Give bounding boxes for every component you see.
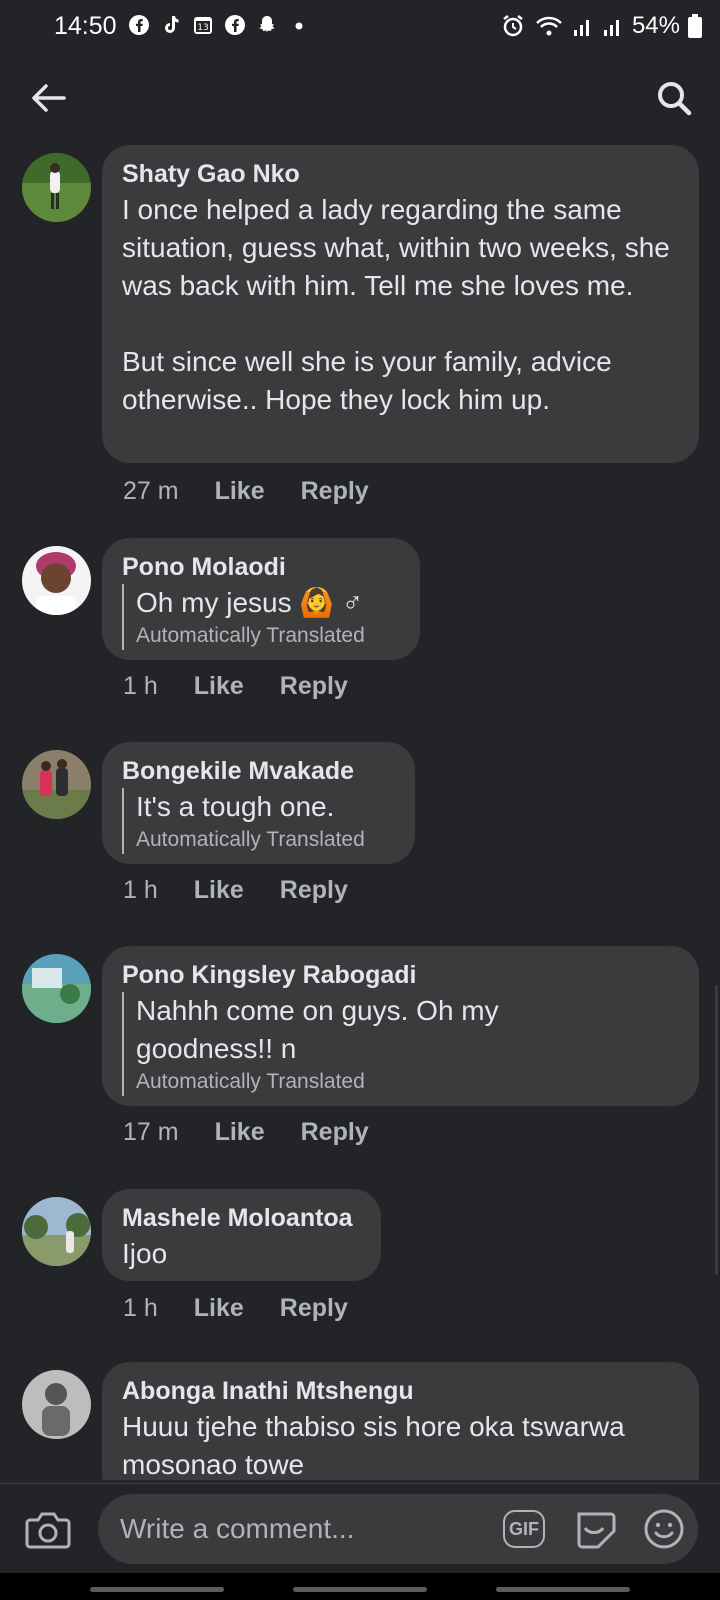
avatar-image (22, 153, 91, 222)
svg-text:13: 13 (197, 23, 208, 33)
alarm-icon (503, 15, 523, 37)
like-button[interactable]: Like (194, 672, 244, 701)
translated-label[interactable]: Automatically Translated (136, 826, 395, 854)
reply-button[interactable]: Reply (280, 1294, 348, 1323)
tiktok-icon (165, 16, 179, 33)
like-button[interactable]: Like (215, 477, 265, 506)
comment-text: It's a tough one. (136, 791, 335, 822)
battery-icon (688, 14, 702, 38)
gif-button[interactable]: GIF (503, 1510, 545, 1548)
sticker-icon (577, 1512, 616, 1549)
comment-author[interactable]: Bongekile Mvakade (122, 754, 395, 788)
signal-icon (573, 20, 589, 36)
facebook-icon (129, 15, 149, 35)
comments-list[interactable]: Shaty Gao Nko I once helped a lady regar… (0, 140, 720, 1480)
emoji-icon (644, 1509, 684, 1549)
reply-button[interactable]: Reply (301, 477, 369, 506)
camera-button[interactable] (24, 1506, 72, 1552)
avatar[interactable] (22, 1370, 91, 1439)
search-button[interactable] (652, 76, 696, 120)
camera-icon (25, 1512, 71, 1549)
avatar-image (22, 954, 91, 1023)
comment-text: Nahhh come on guys. Oh my goodness!! n (136, 995, 507, 1064)
comment-author[interactable]: Pono Molaodi (122, 550, 400, 584)
comment-author[interactable]: Abonga Inathi Mtshengu (122, 1374, 679, 1408)
comment-actions: 17 m Like Reply (123, 1118, 369, 1147)
avatar-image (22, 1370, 91, 1439)
like-button[interactable]: Like (215, 1118, 265, 1147)
system-nav-bar (0, 1573, 720, 1600)
reply-button[interactable]: Reply (280, 876, 348, 905)
comment-actions: 1 h Like Reply (123, 876, 348, 905)
reply-button[interactable]: Reply (280, 672, 348, 701)
comment-actions: 1 h Like Reply (123, 672, 348, 701)
comment-bubble[interactable]: Abonga Inathi Mtshengu Huuu tjehe thabis… (102, 1362, 699, 1480)
search-icon (658, 82, 692, 116)
avatar-image (22, 1197, 91, 1266)
translated-label[interactable]: Automatically Translated (136, 622, 400, 650)
comment-actions: 27 m Like Reply (123, 477, 369, 506)
comment-author[interactable]: Pono Kingsley Rabogadi (122, 958, 679, 992)
avatar[interactable] (22, 546, 91, 615)
comment-bubble[interactable]: Shaty Gao Nko I once helped a lady regar… (102, 145, 699, 463)
emoji-button[interactable] (643, 1508, 685, 1550)
system-icons: 54% (500, 12, 702, 40)
comment-author[interactable]: Shaty Gao Nko (122, 157, 679, 191)
translated-label[interactable]: Automatically Translated (136, 1068, 502, 1096)
dot-icon (295, 22, 303, 30)
avatar[interactable] (22, 153, 91, 222)
status-bar: 14:50 13 54% (0, 0, 720, 56)
reply-button[interactable]: Reply (301, 1118, 369, 1147)
translated-block: It's a tough one. Automatically Translat… (122, 788, 395, 854)
avatar[interactable] (22, 954, 91, 1023)
avatar[interactable] (22, 1197, 91, 1266)
comment-time: 1 h (123, 672, 158, 700)
comment-bubble[interactable]: Pono Molaodi Oh my jesus 🙆 ♂ Automatical… (102, 538, 420, 660)
translated-block: Nahhh come on guys. Oh my goodness!! n A… (122, 992, 502, 1096)
nav-back[interactable] (496, 1587, 630, 1592)
translated-block: Oh my jesus 🙆 ♂ Automatically Translated (122, 584, 400, 650)
comment-text: Huuu tjehe thabiso sis hore oka tswarwa … (122, 1411, 633, 1480)
app-bar (0, 62, 720, 134)
comment-author[interactable]: Mashele Moloantoa (122, 1201, 361, 1235)
battery-percentage: 54% (631, 12, 680, 39)
notification-icons: 13 (128, 14, 310, 36)
arrow-left-icon (32, 84, 66, 112)
status-time: 14:50 (54, 12, 117, 40)
comment-time: 27 m (123, 477, 179, 505)
comment-text: Ijoo (122, 1238, 168, 1269)
comment-composer: GIF (0, 1483, 720, 1573)
facebook-icon (225, 15, 245, 35)
nav-recents[interactable] (90, 1587, 224, 1592)
comment-time: 1 h (123, 1294, 158, 1322)
like-button[interactable]: Like (194, 1294, 244, 1323)
comment-text: I once helped a lady regarding the same … (122, 194, 670, 415)
comment-actions: 1 h Like Reply (123, 1294, 348, 1323)
snapchat-icon (259, 16, 275, 32)
calendar-icon: 13 (194, 17, 212, 34)
comment-text: Oh my jesus 🙆 ♂ (136, 587, 364, 618)
avatar-image (22, 546, 91, 615)
comment-bubble[interactable]: Pono Kingsley Rabogadi Nahhh come on guy… (102, 946, 699, 1106)
sticker-button[interactable] (573, 1508, 617, 1550)
comment-bubble[interactable]: Mashele Moloantoa Ijoo (102, 1189, 381, 1281)
signal-icon (603, 20, 619, 36)
comment-bubble[interactable]: Bongekile Mvakade It's a tough one. Auto… (102, 742, 415, 864)
wifi-icon (536, 16, 562, 36)
comment-time: 17 m (123, 1118, 179, 1146)
comment-time: 1 h (123, 876, 158, 904)
back-button[interactable] (26, 76, 70, 120)
nav-home[interactable] (293, 1587, 427, 1592)
avatar[interactable] (22, 750, 91, 819)
avatar-image (22, 750, 91, 819)
scrollbar[interactable] (715, 985, 718, 1275)
like-button[interactable]: Like (194, 876, 244, 905)
